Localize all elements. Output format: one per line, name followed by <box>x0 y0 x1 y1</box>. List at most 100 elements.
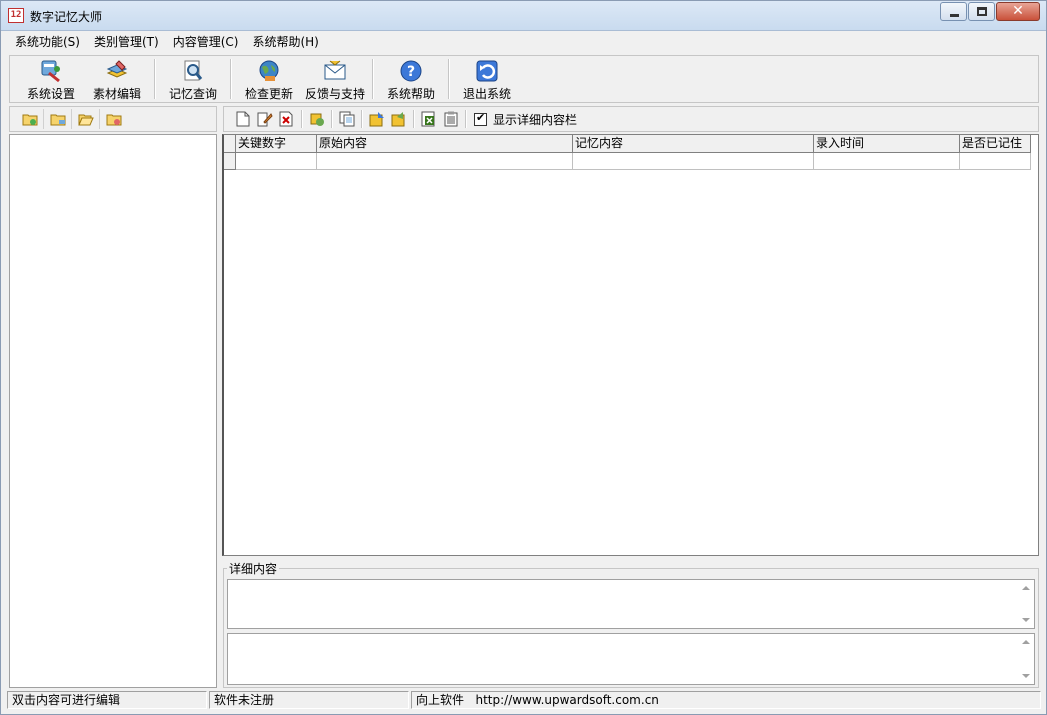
delete-record-button[interactable] <box>276 109 298 129</box>
toolbar-separator <box>372 59 374 99</box>
window-controls: ✕ <box>939 2 1040 21</box>
grid-header: 关键数字 原始内容 记忆内容 录入时间 是否已记住 <box>224 135 1031 153</box>
memory-query-label: 记忆查询 <box>168 87 217 101</box>
settings-icon <box>41 60 60 83</box>
scroll-up-icon[interactable] <box>1022 640 1030 644</box>
toolbar-separator <box>230 59 232 99</box>
column-header-original-content[interactable]: 原始内容 <box>317 135 573 153</box>
status-url: http://www.upwardsoft.com.cn <box>475 693 659 707</box>
status-company-panel: 向上软件 http://www.upwardsoft.com.cn <box>411 691 1041 709</box>
grid-cell[interactable] <box>236 153 317 170</box>
edit-category-button[interactable] <box>44 109 72 129</box>
app-window: 12 数字记忆大师 ✕ 系统功能(S) 类别管理(T) 内容管理(C) 系统帮助… <box>0 0 1047 715</box>
svg-text:?: ? <box>407 64 415 80</box>
folder-add-icon <box>22 114 37 126</box>
toolbar-separator <box>413 110 415 128</box>
new-document-icon <box>236 111 250 127</box>
add-category-button[interactable] <box>16 109 44 129</box>
original-content-memo[interactable] <box>227 579 1035 629</box>
folder-edit-icon <box>50 114 65 126</box>
exit-label: 退出系统 <box>462 87 511 101</box>
clipboard-icon <box>444 111 458 127</box>
minimize-icon <box>950 14 959 17</box>
move-record-button[interactable] <box>306 109 328 129</box>
menu-bar: 系统功能(S) 类别管理(T) 内容管理(C) 系统帮助(H) <box>1 31 1046 53</box>
copy-record-button[interactable] <box>336 109 358 129</box>
status-bar: 双击内容可进行编辑 软件未注册 向上软件 http://www.upwardso… <box>1 690 1046 712</box>
toolbar-separator <box>465 110 467 128</box>
feedback-label: 反馈与支持 <box>304 87 365 101</box>
scroll-down-icon[interactable] <box>1022 618 1030 622</box>
menu-category-management[interactable]: 类别管理(T) <box>87 32 166 52</box>
help-label: 系统帮助 <box>386 87 435 101</box>
memory-content-memo[interactable] <box>227 633 1035 685</box>
open-category-button[interactable] <box>72 109 100 129</box>
grid-cell[interactable] <box>317 153 573 170</box>
copy-icon <box>339 111 355 127</box>
close-icon: ✕ <box>1012 3 1024 19</box>
window-title: 数字记忆大师 <box>30 10 103 24</box>
grid-cell[interactable] <box>814 153 960 170</box>
menu-system-help[interactable]: 系统帮助(H) <box>245 32 325 52</box>
delete-category-button[interactable] <box>100 109 128 129</box>
memo-scrollbar[interactable] <box>1018 634 1034 684</box>
close-button[interactable]: ✕ <box>996 2 1040 21</box>
magnifier-icon <box>184 60 203 81</box>
move-icon <box>310 113 324 126</box>
maximize-button[interactable] <box>968 2 995 21</box>
grid-cell[interactable] <box>960 153 1031 170</box>
app-icon: 12 <box>8 8 24 23</box>
maximize-icon <box>977 7 987 16</box>
table-row[interactable] <box>224 153 1031 170</box>
minimize-button[interactable] <box>940 2 967 21</box>
scroll-down-icon[interactable] <box>1022 674 1030 678</box>
excel-icon <box>421 111 435 127</box>
content-toolbar: 显示详细内容栏 <box>223 106 1039 132</box>
column-header-memory-content[interactable]: 记忆内容 <box>573 135 814 153</box>
toolbar-separator <box>361 110 363 128</box>
column-header-key-number[interactable]: 关键数字 <box>236 135 317 153</box>
menu-content-management[interactable]: 内容管理(C) <box>166 32 246 52</box>
clipboard-button[interactable] <box>440 109 462 129</box>
detail-legend: 详细内容 <box>227 560 280 577</box>
show-detail-checkbox[interactable] <box>474 111 487 126</box>
material-edit-button[interactable]: 素材编辑 <box>84 56 150 102</box>
system-settings-button[interactable]: 系统设置 <box>18 56 84 102</box>
column-header-memorized[interactable]: 是否已记住 <box>960 135 1031 153</box>
menu-system-functions[interactable]: 系统功能(S) <box>8 32 87 52</box>
status-company: 向上软件 <box>416 693 465 707</box>
new-record-button[interactable] <box>232 109 254 129</box>
export-button[interactable] <box>388 109 410 129</box>
category-tree[interactable] <box>9 134 217 688</box>
category-toolbar <box>9 106 217 132</box>
import-button[interactable] <box>366 109 388 129</box>
toolbar-separator <box>301 110 303 128</box>
row-indicator[interactable] <box>224 153 236 170</box>
delete-document-icon <box>279 111 293 127</box>
edit-record-button[interactable] <box>254 109 276 129</box>
show-detail-label: 显示详细内容栏 <box>493 112 578 127</box>
scroll-up-icon[interactable] <box>1022 586 1030 590</box>
grid-corner <box>224 135 236 153</box>
material-edit-icon <box>106 60 128 78</box>
material-edit-label: 素材编辑 <box>92 87 141 101</box>
export-icon <box>391 112 405 127</box>
memory-query-button[interactable]: 记忆查询 <box>160 56 226 102</box>
content-grid[interactable]: 关键数字 原始内容 记忆内容 录入时间 是否已记住 <box>222 134 1039 556</box>
pane-splitter[interactable] <box>219 106 221 688</box>
exit-button[interactable]: 退出系统 <box>454 56 520 102</box>
check-update-button[interactable]: 检查更新 <box>236 56 302 102</box>
exit-icon <box>476 60 498 82</box>
help-button[interactable]: ? 系统帮助 <box>378 56 444 102</box>
memo-scrollbar[interactable] <box>1018 580 1034 628</box>
envelope-icon <box>324 60 346 80</box>
column-header-entry-time[interactable]: 录入时间 <box>814 135 960 153</box>
export-excel-button[interactable] <box>418 109 440 129</box>
status-hint: 双击内容可进行编辑 <box>7 691 207 709</box>
feedback-button[interactable]: 反馈与支持 <box>302 56 368 102</box>
edit-document-icon <box>257 112 273 127</box>
title-bar[interactable]: 12 数字记忆大师 ✕ <box>1 1 1046 31</box>
grid-cell[interactable] <box>573 153 814 170</box>
toolbar-separator <box>331 110 333 128</box>
help-icon: ? <box>400 60 422 82</box>
